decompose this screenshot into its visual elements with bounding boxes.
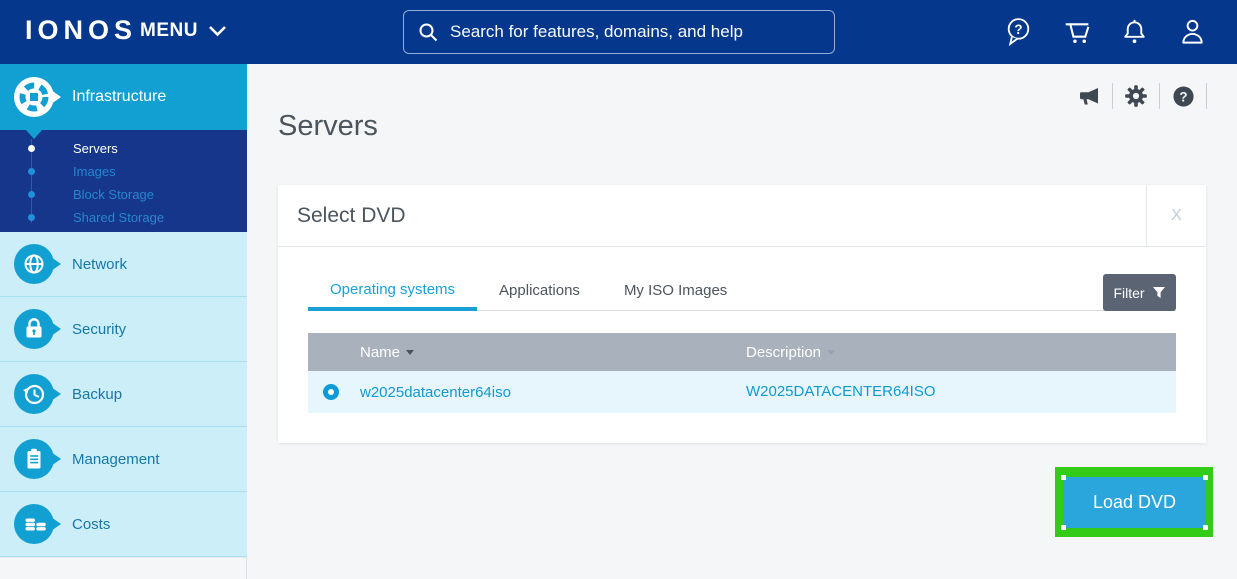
name-cell: w2025datacenter64iso	[308, 384, 746, 401]
help-bubble-icon[interactable]: ?	[1002, 15, 1035, 48]
dvd-table: Name Description w2025datacenter64iso	[308, 333, 1176, 413]
toolbar-divider	[1206, 83, 1207, 109]
sidebar-item-label: Infrastructure	[72, 88, 166, 106]
page-toolbar: ?	[1066, 83, 1207, 109]
sidebar: Infrastructure Servers Images Block Stor…	[0, 64, 247, 579]
sidebar-subitem-servers[interactable]: Servers	[0, 137, 247, 160]
sidebar-item-backup[interactable]: Backup	[0, 362, 247, 427]
bullet-dot-icon	[28, 168, 35, 175]
tab-applications[interactable]: Applications	[477, 282, 602, 311]
lock-icon	[14, 309, 62, 349]
svg-text:?: ?	[1179, 89, 1187, 104]
dvd-description-link[interactable]: W2025DATACENTER64ISO	[746, 383, 936, 400]
toolbar-divider	[1112, 83, 1113, 109]
svg-text:?: ?	[1014, 22, 1022, 37]
shopping-cart-icon[interactable]	[1060, 15, 1093, 48]
search-bar[interactable]	[403, 10, 835, 54]
sidebar-subitem-block-storage[interactable]: Block Storage	[0, 183, 247, 206]
sidebar-item-network[interactable]: Network	[0, 232, 247, 297]
dialog-header: Select DVD X	[278, 185, 1206, 247]
column-header-description: Description	[746, 344, 1176, 361]
radio-selected-icon[interactable]	[323, 384, 339, 400]
tab-bar: Operating systems Applications My ISO Im…	[308, 267, 1176, 311]
menu-button[interactable]: MENU	[140, 20, 227, 42]
selection-handle	[1203, 525, 1208, 530]
sidebar-item-costs[interactable]: Costs	[0, 492, 247, 557]
page-title: Servers	[278, 110, 378, 143]
help-circle-icon[interactable]: ?	[1171, 83, 1195, 109]
selection-handle	[1061, 475, 1066, 480]
megaphone-icon[interactable]	[1077, 83, 1101, 109]
datacenter-icon	[14, 77, 62, 117]
toolbar-divider	[1159, 83, 1160, 109]
settings-gear-icon[interactable]	[1124, 83, 1148, 109]
backup-clock-icon	[14, 374, 62, 414]
description-cell: W2025DATACENTER64ISO	[746, 383, 936, 401]
bullet-dot-icon	[28, 145, 35, 152]
tab-my-iso-images[interactable]: My ISO Images	[602, 282, 749, 311]
chevron-down-icon	[208, 25, 227, 37]
selection-handle	[1061, 525, 1066, 530]
coins-icon	[14, 504, 62, 544]
annotation-highlight-box: Load DVD	[1055, 467, 1213, 537]
sort-arrow-icon[interactable]	[827, 350, 835, 355]
dialog-body: Operating systems Applications My ISO Im…	[278, 267, 1206, 413]
sidebar-item-infrastructure[interactable]: Infrastructure	[0, 64, 247, 130]
selection-handle	[1203, 475, 1208, 480]
ionos-logo[interactable]: IONOS	[25, 15, 137, 46]
globe-icon	[14, 244, 62, 284]
filter-label: Filter	[1113, 285, 1144, 301]
search-icon	[418, 22, 438, 42]
menu-label: MENU	[140, 20, 198, 42]
sidebar-item-management[interactable]: Management	[0, 427, 247, 492]
bullet-dot-icon	[28, 191, 35, 198]
sidebar-filler	[0, 557, 247, 579]
select-dvd-dialog: Select DVD X Operating systems Applicati…	[278, 185, 1206, 443]
main-content: ? Servers Select DVD X Operating systems…	[247, 64, 1237, 579]
bullet-dot-icon	[28, 214, 35, 221]
close-button[interactable]: X	[1146, 185, 1206, 246]
table-row[interactable]: w2025datacenter64iso W2025DATACENTER64IS…	[308, 371, 1176, 413]
tab-operating-systems[interactable]: Operating systems	[308, 281, 477, 311]
topbar: IONOS MENU ?	[0, 0, 1237, 64]
sort-arrow-icon[interactable]	[406, 350, 414, 355]
column-header-name: Name	[308, 344, 746, 361]
table-header-row: Name Description	[308, 333, 1176, 371]
topbar-icon-group: ?	[1002, 15, 1209, 48]
sidebar-subitem-images[interactable]: Images	[0, 160, 247, 183]
funnel-icon	[1152, 286, 1166, 299]
infrastructure-submenu: Servers Images Block Storage Shared Stor…	[0, 130, 247, 232]
dialog-title: Select DVD	[278, 185, 1146, 246]
user-account-icon[interactable]	[1176, 15, 1209, 48]
dvd-name-link[interactable]: w2025datacenter64iso	[360, 384, 511, 401]
load-dvd-button[interactable]: Load DVD	[1063, 477, 1206, 528]
clipboard-icon	[14, 439, 62, 479]
search-input[interactable]	[450, 22, 820, 42]
ionos-control-panel: IONOS MENU ?	[0, 0, 1237, 579]
sidebar-subitem-shared-storage[interactable]: Shared Storage	[0, 206, 247, 229]
sidebar-item-security[interactable]: Security	[0, 297, 247, 362]
notifications-bell-icon[interactable]	[1118, 15, 1151, 48]
filter-button[interactable]: Filter	[1103, 274, 1176, 311]
